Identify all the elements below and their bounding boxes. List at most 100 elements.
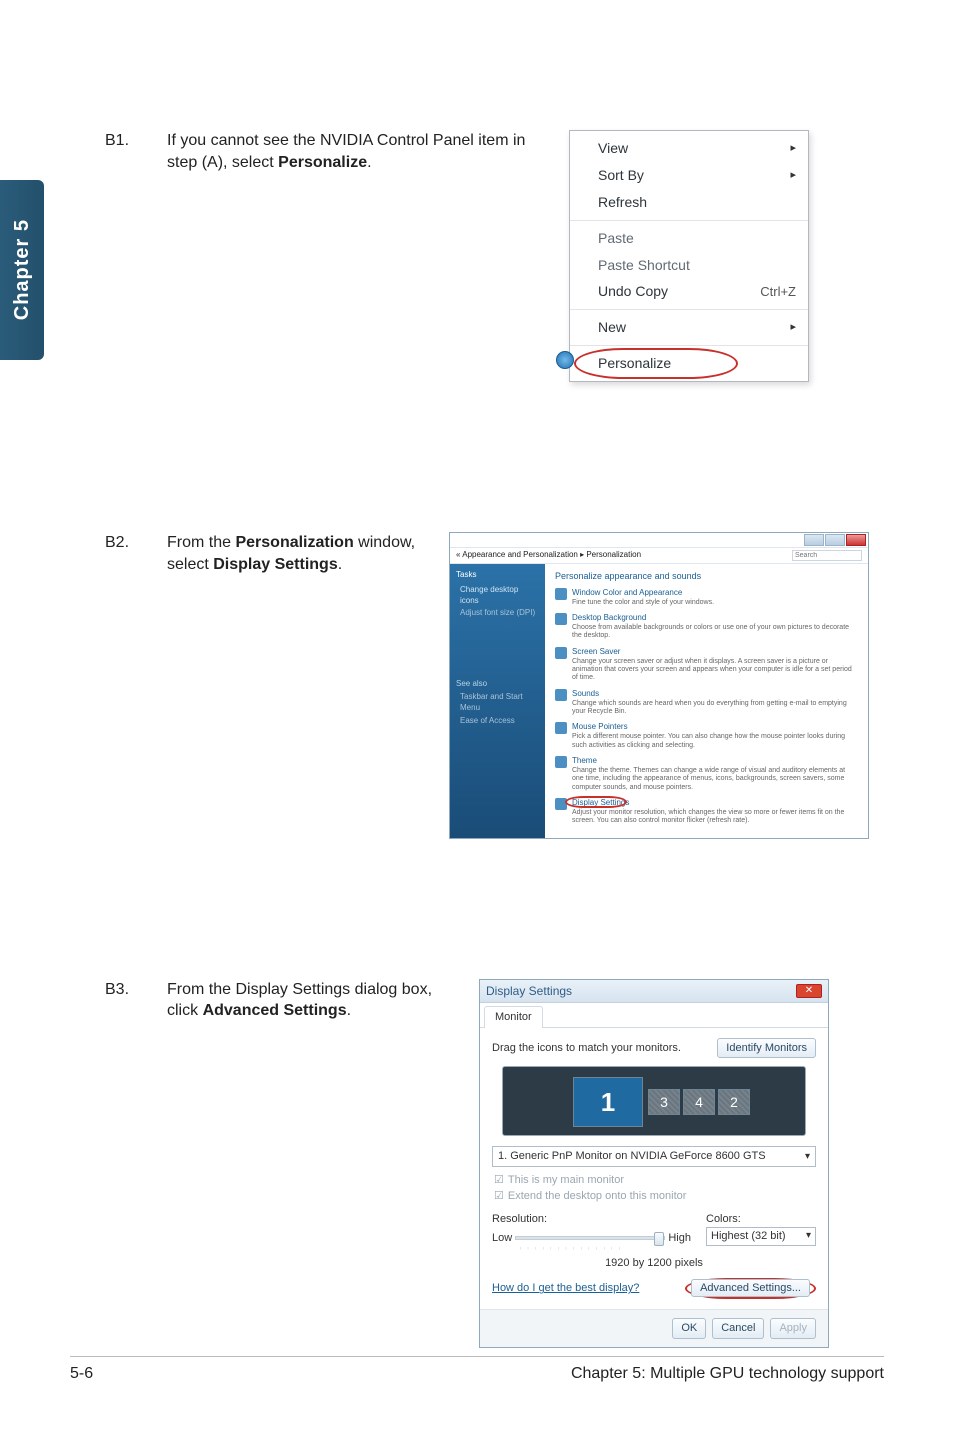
ctx-new-label: New	[598, 318, 626, 337]
entry-desc: Change which sounds are heard when you d…	[572, 700, 858, 717]
address-bar[interactable]: « Appearance and Personalization ▸ Perso…	[450, 547, 868, 564]
ctx-sort-by[interactable]: Sort By	[570, 162, 808, 189]
footer-chapter-title: Chapter 5: Multiple GPU technology suppo…	[571, 1365, 884, 1383]
entry-desktop-background[interactable]: Desktop BackgroundChoose from available …	[555, 613, 858, 641]
entry-desc: Pick a different mouse pointer. You can …	[572, 733, 858, 750]
pwin-main: Personalize appearance and sounds Window…	[545, 564, 868, 838]
entry-mouse-pointers[interactable]: Mouse PointersPick a different mouse poi…	[555, 722, 858, 750]
mouse-icon	[555, 722, 567, 734]
b2-b1: Personalization	[235, 534, 353, 551]
help-link[interactable]: How do I get the best display?	[492, 1281, 639, 1296]
b2-t3: .	[338, 556, 342, 573]
ctx-personalize[interactable]: Personalize	[570, 350, 808, 377]
step-b3: B3. From the Display Settings dialog box…	[105, 979, 894, 1349]
ctx-paste-shortcut: Paste Shortcut	[570, 252, 808, 279]
maximize-button[interactable]	[825, 534, 845, 546]
close-button[interactable]	[846, 534, 866, 546]
step-b2: B2. From the Personalization window, sel…	[105, 532, 894, 838]
entry-theme[interactable]: ThemeChange the theme. Themes can change…	[555, 756, 858, 792]
theme-icon	[555, 756, 567, 768]
ctx-undo-copy[interactable]: Undo Copy Ctrl+Z	[570, 278, 808, 305]
ctx-refresh-label: Refresh	[598, 193, 647, 212]
cancel-button[interactable]: Cancel	[712, 1318, 764, 1339]
desktop-context-menu[interactable]: View Sort By Refresh Paste Paste Shortcu…	[569, 130, 809, 382]
ds-tabs: Monitor	[480, 1003, 828, 1028]
entry-title: Window Color and Appearance	[572, 588, 714, 599]
identify-monitors-button[interactable]: Identify Monitors	[717, 1038, 816, 1059]
monitor-2[interactable]: 2	[718, 1089, 750, 1115]
close-button[interactable]: ✕	[796, 984, 822, 998]
entry-display-settings[interactable]: Display SettingsAdjust your monitor reso…	[555, 798, 858, 826]
context-menu-figure: View Sort By Refresh Paste Paste Shortcu…	[569, 130, 809, 382]
page-content: B1. If you cannot see the NVIDIA Control…	[105, 130, 894, 1348]
pwin-main-heading: Personalize appearance and sounds	[555, 570, 858, 582]
minimize-button[interactable]	[804, 534, 824, 546]
entry-title: Mouse Pointers	[572, 722, 858, 733]
monitor-select-combo[interactable]: 1. Generic PnP Monitor on NVIDIA GeForce…	[492, 1146, 816, 1167]
entry-title: Screen Saver	[572, 647, 858, 658]
slider-thumb[interactable]	[654, 1232, 664, 1246]
b3-t2: .	[347, 1002, 351, 1019]
drag-instruction: Drag the icons to match your monitors.	[492, 1041, 681, 1056]
entry-desc: Adjust your monitor resolution, which ch…	[572, 809, 858, 826]
b2-b2: Display Settings	[213, 556, 337, 573]
sounds-icon	[555, 689, 567, 701]
ctx-paste-shortcut-label: Paste Shortcut	[598, 256, 690, 275]
colors-value: Highest (32 bit)	[711, 1229, 786, 1244]
step-b3-text: From the Display Settings dialog box, cl…	[167, 979, 457, 1349]
colors-label: Colors:	[706, 1212, 816, 1227]
sidebar-taskbar-start[interactable]: Taskbar and Start Menu	[460, 692, 539, 714]
ctx-new[interactable]: New	[570, 314, 808, 341]
step-b1-txt-b: .	[367, 154, 371, 171]
monitor-3[interactable]: 3	[648, 1089, 680, 1115]
step-b2-label: B2.	[105, 532, 145, 838]
sidebar-tasks-heading: Tasks	[456, 570, 539, 581]
resolution-slider[interactable]: Low High | | | | | | | | | | | | | |	[492, 1231, 706, 1250]
page-number: 5-6	[70, 1365, 93, 1383]
entry-window-color[interactable]: Window Color and AppearanceFine tune the…	[555, 588, 858, 607]
entry-sounds[interactable]: SoundsChange which sounds are heard when…	[555, 689, 858, 717]
pwin-titlebar[interactable]	[450, 533, 868, 547]
personalization-window[interactable]: « Appearance and Personalization ▸ Perso…	[449, 532, 869, 838]
step-b1: B1. If you cannot see the NVIDIA Control…	[105, 130, 894, 382]
ds-titlebar[interactable]: Display Settings ✕	[480, 980, 828, 1003]
entry-title: Display Settings	[572, 798, 858, 809]
entry-desc: Choose from available backgrounds or col…	[572, 624, 858, 641]
page-footer: 5-6 Chapter 5: Multiple GPU technology s…	[70, 1356, 884, 1383]
entry-desc: Change the theme. Themes can change a wi…	[572, 767, 858, 792]
entry-title: Sounds	[572, 689, 858, 700]
sidebar-change-desktop-icons[interactable]: Change desktop icons	[460, 585, 539, 607]
apply-button: Apply	[770, 1318, 816, 1339]
ctx-refresh[interactable]: Refresh	[570, 189, 808, 216]
step-b2-text: From the Personalization window, select …	[167, 532, 427, 838]
slider-track[interactable]	[515, 1236, 665, 1240]
sidebar-see-also: See also	[456, 679, 539, 690]
sidebar-adjust-font-size[interactable]: Adjust font size (DPI)	[460, 608, 539, 619]
sidebar-ease-of-access[interactable]: Ease of Access	[460, 716, 539, 727]
step-b3-label: B3.	[105, 979, 145, 1349]
search-input[interactable]	[792, 550, 862, 561]
breadcrumb[interactable]: « Appearance and Personalization ▸ Perso…	[456, 550, 641, 561]
ctx-paste: Paste	[570, 225, 808, 252]
ctx-view[interactable]: View	[570, 135, 808, 162]
display-settings-dialog[interactable]: Display Settings ✕ Monitor Drag the icon…	[479, 979, 829, 1349]
screen-saver-icon	[555, 647, 567, 659]
advanced-settings-button[interactable]: Advanced Settings...	[691, 1279, 810, 1297]
monitor-1[interactable]: 1	[573, 1077, 643, 1127]
window-color-icon	[555, 588, 567, 600]
monitor-4[interactable]: 4	[683, 1089, 715, 1115]
entry-screen-saver[interactable]: Screen SaverChange your screen saver or …	[555, 647, 858, 683]
entry-desc: Change your screen saver or adjust when …	[572, 658, 858, 683]
callout-circle: Advanced Settings...	[685, 1278, 816, 1299]
chapter-side-tab-label: Chapter 5	[11, 219, 34, 320]
tab-monitor[interactable]: Monitor	[484, 1006, 543, 1028]
colors-combo[interactable]: Highest (32 bit)	[706, 1227, 816, 1246]
ctx-sortby-label: Sort By	[598, 166, 644, 185]
ctx-personalize-label: Personalize	[598, 354, 671, 373]
personalize-icon	[556, 351, 574, 369]
ok-button[interactable]: OK	[672, 1318, 706, 1339]
ds-title: Display Settings	[486, 983, 572, 999]
resolution-label: Resolution:	[492, 1212, 706, 1227]
monitor-arrangement-area[interactable]: 1 3 4 2	[502, 1066, 806, 1136]
entry-desc: Fine tune the color and style of your wi…	[572, 599, 714, 607]
